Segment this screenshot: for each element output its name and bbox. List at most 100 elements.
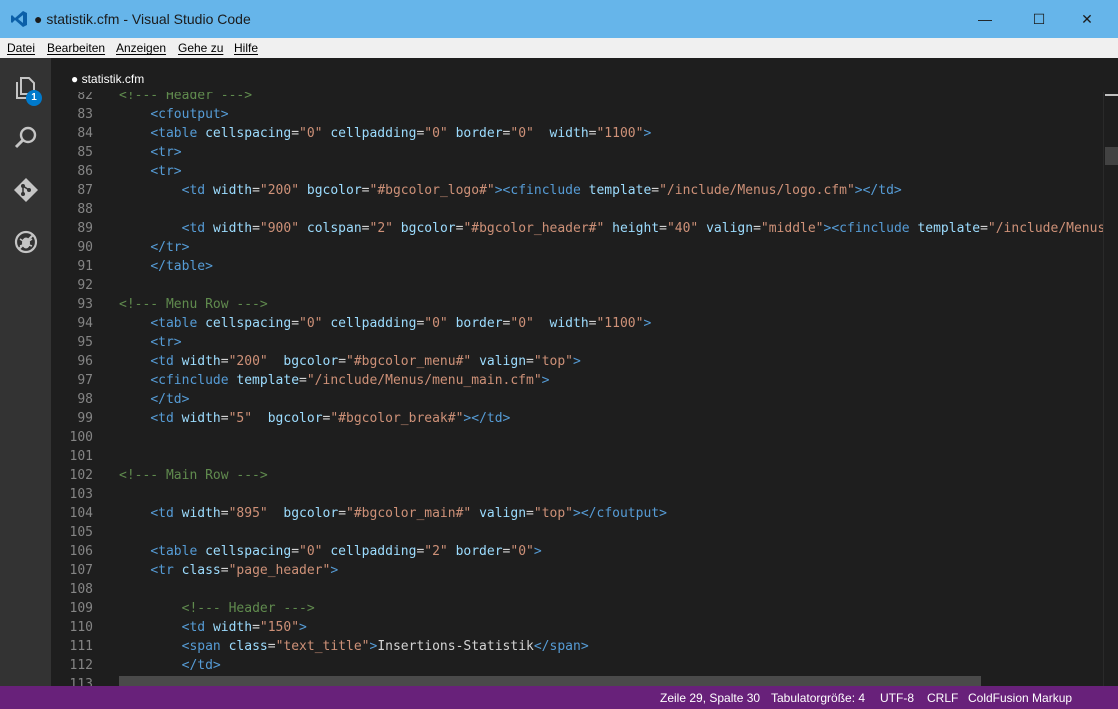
line-ending[interactable]: CRLF <box>927 691 958 705</box>
line-number: 89 <box>77 221 93 236</box>
code-line[interactable]: 90 </tr> <box>51 238 1103 257</box>
code-line[interactable]: 111 <span class="text_title">Insertions-… <box>51 637 1103 656</box>
line-number: 92 <box>77 278 93 293</box>
code-token: "1100" <box>596 126 644 141</box>
line-number: 95 <box>77 335 93 350</box>
code-token: > <box>533 544 542 559</box>
code-token: = <box>220 563 229 578</box>
code-token: = <box>252 620 260 635</box>
search-icon[interactable] <box>12 124 40 152</box>
code-token: Insertions-Statistik <box>377 639 534 654</box>
line-number: 103 <box>69 487 93 502</box>
menu-anzeigen[interactable]: Anzeigen <box>116 41 166 55</box>
maximize-button[interactable]: ☐ <box>1016 0 1062 38</box>
code-token: "#bgcolor_logo#" <box>369 183 495 198</box>
code-token: ><cfinclude <box>494 183 589 198</box>
code-line[interactable]: 85 <tr> <box>51 143 1103 162</box>
code-line[interactable]: 83 <cfoutput> <box>51 105 1103 124</box>
code-editor[interactable]: 82 <!--- Header ---> 83 <cfoutput> 84 <tabl… <box>51 92 1103 686</box>
code-token: </table> <box>150 259 213 274</box>
code-line[interactable]: 109 <!--- Header ---> <box>51 599 1103 618</box>
vertical-scrollbar[interactable] <box>1103 92 1118 686</box>
code-line[interactable]: 86 <tr> <box>51 162 1103 181</box>
code-token: = <box>980 221 988 236</box>
code-line[interactable]: 105 <box>51 523 1103 542</box>
code-token: <!--- Header ---> <box>181 601 315 616</box>
code-token: cellpadding <box>322 126 417 141</box>
code-line[interactable]: 110 <td width="150"> <box>51 618 1103 637</box>
horizontal-scroll-thumb[interactable] <box>119 676 981 686</box>
code-line[interactable]: 93 <!--- Menu Row ---> <box>51 295 1103 314</box>
vertical-scroll-thumb[interactable] <box>1105 147 1118 165</box>
menu-datei[interactable]: Datei <box>7 41 35 55</box>
code-token: > <box>541 373 550 388</box>
tab-size[interactable]: Tabulatorgröße: 4 <box>771 691 865 705</box>
code-line[interactable]: 94 <table cellspacing="0" cellpadding="0… <box>51 314 1103 333</box>
menu-bearbeiten[interactable]: Bearbeiten <box>47 41 105 55</box>
debug-icon[interactable] <box>12 228 40 256</box>
code-line[interactable]: 84 <table cellspacing="0" cellpadding="0… <box>51 124 1103 143</box>
cursor-position[interactable]: Zeile 29, Spalte 30 <box>660 691 760 705</box>
line-number: 110 <box>69 620 93 635</box>
line-number: 112 <box>69 658 93 673</box>
code-line[interactable]: 89 <td width="900" colspan="2" bgcolor="… <box>51 219 1103 238</box>
code-token: "900" <box>259 221 300 236</box>
minimize-button[interactable]: — <box>962 0 1008 38</box>
menu-gehe-zu[interactable]: Gehe zu <box>178 41 223 55</box>
code-token: <cfoutput> <box>150 107 229 122</box>
line-code: </tr> <box>119 238 189 257</box>
code-token: "#bgcolor_header#" <box>463 221 605 236</box>
code-line[interactable]: 106 <table cellspacing="0" cellpadding="… <box>51 542 1103 561</box>
code-token: bgcolor <box>267 506 339 521</box>
line-code: <tr> <box>119 162 181 181</box>
language-mode[interactable]: ColdFusion Markup <box>968 691 1072 705</box>
code-line[interactable]: 95 <tr> <box>51 333 1103 352</box>
close-button[interactable]: ✕ <box>1064 0 1110 38</box>
encoding[interactable]: UTF-8 <box>880 691 914 705</box>
code-line[interactable]: 107 <tr class="page_header"> <box>51 561 1103 580</box>
line-code: <!--- Main Row ---> <box>119 466 268 485</box>
code-line[interactable]: 97 <cfinclude template="/include/Menus/m… <box>51 371 1103 390</box>
code-line[interactable]: 112 </td> <box>51 656 1103 675</box>
code-token: <td <box>181 221 213 236</box>
code-line[interactable]: 92 <box>51 276 1103 295</box>
line-number: 111 <box>69 639 93 654</box>
code-line[interactable]: 96 <td width="200" bgcolor="#bgcolor_men… <box>51 352 1103 371</box>
code-line[interactable]: 104 <td width="895" bgcolor="#bgcolor_ma… <box>51 504 1103 523</box>
code-line[interactable]: 101 <box>51 447 1103 466</box>
menu-hilfe[interactable]: Hilfe <box>234 41 258 55</box>
code-line[interactable]: 108 <box>51 580 1103 599</box>
code-token: "0" <box>299 316 323 331</box>
line-number: 108 <box>69 582 93 597</box>
code-line[interactable]: 100 <box>51 428 1103 447</box>
code-line[interactable]: 82 <!--- Header ---> <box>51 92 1103 105</box>
line-number: 105 <box>69 525 93 540</box>
line-code: <tr> <box>119 333 181 352</box>
code-token: cellspacing <box>205 316 292 331</box>
line-code: <!--- Header ---> <box>119 92 252 105</box>
line-code: <td width="900" colspan="2" bgcolor="#bg… <box>119 219 1103 238</box>
code-token: "5" <box>228 411 253 426</box>
code-token: <td <box>150 506 182 521</box>
code-token: "40" <box>666 221 699 236</box>
code-line[interactable]: 103 <box>51 485 1103 504</box>
code-token: "top" <box>533 354 574 369</box>
code-line[interactable]: 88 <box>51 200 1103 219</box>
code-line[interactable]: 99 <td width="5" bgcolor="#bgcolor_break… <box>51 409 1103 428</box>
code-line[interactable]: 91 </table> <box>51 257 1103 276</box>
code-token: = <box>338 354 347 369</box>
code-line[interactable]: 87 <td width="200" bgcolor="#bgcolor_log… <box>51 181 1103 200</box>
tab-statistik-cfm[interactable]: ● statistik.cfm <box>71 72 144 86</box>
vscode-logo-icon <box>11 11 27 27</box>
line-number: 85 <box>77 145 93 160</box>
git-icon[interactable] <box>12 176 40 204</box>
code-line[interactable]: 102 <!--- Main Row ---> <box>51 466 1103 485</box>
code-line[interactable]: 98 </td> <box>51 390 1103 409</box>
